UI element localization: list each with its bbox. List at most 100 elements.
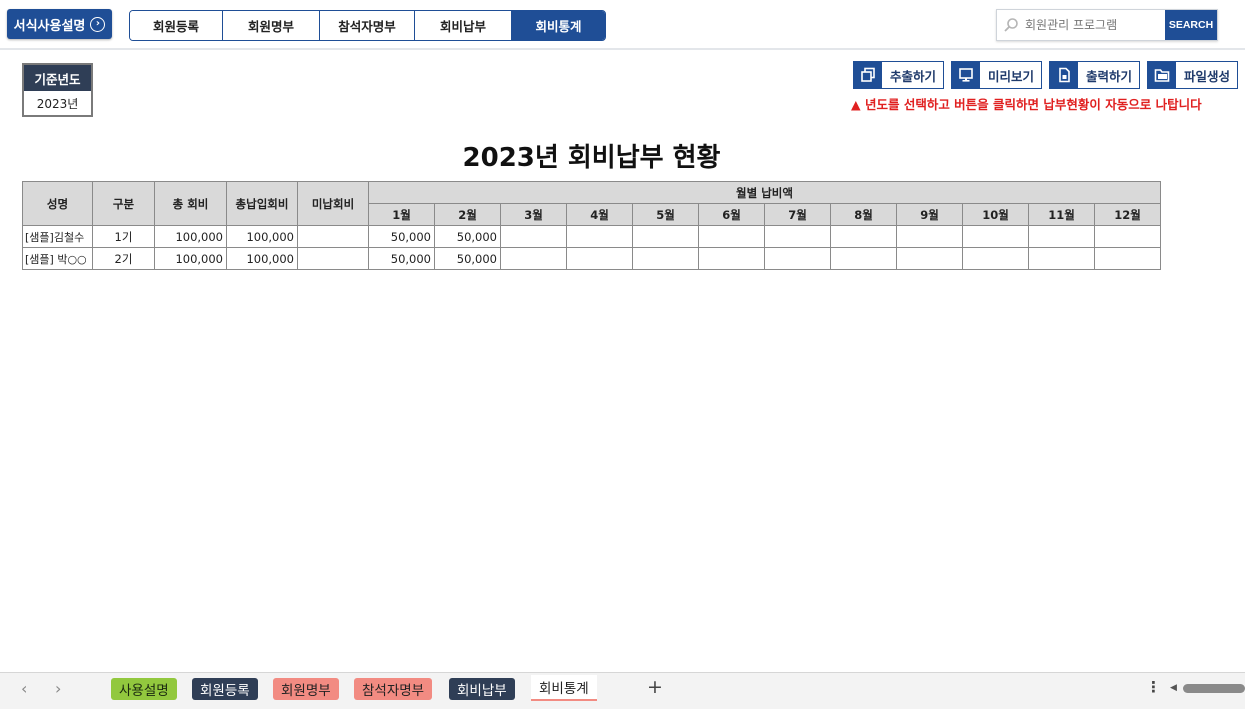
fee-status-table: 성명 구분 총 회비 총납입회비 미납회비 월별 납비액 1월 2월 3월 4월… (22, 181, 1161, 270)
cell-month[interactable] (764, 225, 831, 248)
nav-tab-fee-statistics[interactable]: 회비통계 (512, 11, 605, 40)
nav-tab-member-list[interactable]: 회원명부 (223, 11, 320, 40)
sheet-tab-fee-statistics[interactable]: 회비통계 (531, 675, 597, 701)
usage-guide-label: 서식사용설명 (13, 18, 86, 34)
header-month: 1월 (368, 203, 435, 226)
cell-month[interactable] (1094, 225, 1161, 248)
header-month: 9월 (896, 203, 963, 226)
sheet-tab-bar: ‹ › 사용설명 회원등록 회원명부 참석자명부 회비납부 회비통계 + ⋮ ◀ (0, 672, 1245, 709)
cell-month[interactable] (962, 225, 1029, 248)
table-row: [샘플]김철수 1기 100,000 100,000 50,000 50,000 (22, 225, 1161, 248)
cell-unpaid[interactable] (297, 247, 369, 270)
extract-button-label: 추출하기 (890, 68, 937, 84)
extract-button[interactable]: 추출하기 (853, 61, 945, 89)
cell-name[interactable]: [샘플] 박○○ (22, 247, 93, 270)
cell-month[interactable]: 50,000 (434, 247, 501, 270)
cell-month[interactable] (566, 247, 633, 270)
cell-month[interactable] (1094, 247, 1161, 270)
header-month: 10월 (962, 203, 1029, 226)
cell-name[interactable]: [샘플]김철수 (22, 225, 93, 248)
header-name: 성명 (22, 181, 93, 226)
instruction-notice: ▲ 년도를 선택하고 버튼을 클릭하면 납부현황이 자동으로 나탑니다 (851, 97, 1202, 112)
main-nav-tabs: 회원등록 회원명부 참석자명부 회비납부 회비통계 (129, 10, 606, 41)
cell-month[interactable] (698, 225, 765, 248)
sheet-tab-member-register[interactable]: 회원등록 (192, 678, 258, 700)
action-buttons: 추출하기 미리보기 출력하기 파일생성 (853, 61, 1239, 89)
chevron-right-circle-icon: › (90, 16, 106, 32)
cell-month[interactable] (830, 225, 897, 248)
cell-type[interactable]: 1기 (92, 225, 155, 248)
search-input[interactable] (1025, 10, 1165, 40)
usage-guide-button[interactable]: 서식사용설명 › (7, 9, 112, 39)
base-year-label: 기준년도 (24, 65, 91, 91)
sheet-tab-usage-guide[interactable]: 사용설명 (111, 678, 177, 700)
nav-tab-member-register[interactable]: 회원등록 (130, 11, 223, 40)
header-month: 4월 (566, 203, 633, 226)
cell-month[interactable] (962, 247, 1029, 270)
table-row: [샘플] 박○○ 2기 100,000 100,000 50,000 50,00… (22, 247, 1161, 270)
header-total-fee: 총 회비 (154, 181, 227, 226)
cell-month[interactable] (1028, 225, 1095, 248)
cell-month[interactable] (500, 225, 567, 248)
cell-month[interactable] (632, 225, 699, 248)
header-month: 3월 (500, 203, 567, 226)
prev-sheet-icon[interactable]: ‹ (21, 679, 27, 698)
nav-tab-attendee-list[interactable]: 참석자명부 (320, 11, 415, 40)
print-button[interactable]: 출력하기 (1049, 61, 1141, 89)
folder-icon (1148, 62, 1177, 88)
preview-button[interactable]: 미리보기 (951, 61, 1043, 89)
header-unpaid: 미납회비 (297, 181, 369, 226)
cell-month[interactable] (632, 247, 699, 270)
search-box: SEARCH (996, 9, 1218, 41)
cell-total-fee[interactable]: 100,000 (154, 247, 227, 270)
cell-month[interactable]: 50,000 (368, 225, 435, 248)
base-year-box: 기준년도 2023년 (22, 63, 93, 117)
header-month: 8월 (830, 203, 897, 226)
header-month: 5월 (632, 203, 699, 226)
print-icon (1050, 62, 1079, 88)
cell-month[interactable] (830, 247, 897, 270)
monitor-icon (952, 62, 981, 88)
horizontal-scrollbar[interactable] (1183, 684, 1245, 693)
create-file-button[interactable]: 파일생성 (1147, 61, 1239, 89)
cell-month[interactable] (566, 225, 633, 248)
sheet-tab-attendee-list[interactable]: 참석자명부 (354, 678, 433, 700)
cell-total-paid[interactable]: 100,000 (226, 225, 298, 248)
cell-total-fee[interactable]: 100,000 (154, 225, 227, 248)
search-button[interactable]: SEARCH (1165, 10, 1217, 40)
cell-month[interactable] (896, 247, 963, 270)
page-title: 2023년 회비납부 현황 (462, 143, 721, 173)
cell-type[interactable]: 2기 (92, 247, 155, 270)
more-options-icon[interactable]: ⋮ (1146, 678, 1161, 696)
header-type: 구분 (92, 181, 155, 226)
cell-month[interactable]: 50,000 (434, 225, 501, 248)
sheet-tab-fee-payment[interactable]: 회비납부 (449, 678, 515, 700)
next-sheet-icon[interactable]: › (55, 679, 61, 698)
cell-month[interactable] (1028, 247, 1095, 270)
header-monthly: 월별 납비액 (368, 181, 1161, 204)
preview-button-label: 미리보기 (988, 68, 1035, 84)
cell-month[interactable] (698, 247, 765, 270)
copy-icon (854, 62, 882, 88)
top-bar: 서식사용설명 › 회원등록 회원명부 참석자명부 회비납부 회비통계 SEARC… (0, 0, 1245, 50)
cell-month[interactable] (500, 247, 567, 270)
header-month: 6월 (698, 203, 765, 226)
header-month: 7월 (764, 203, 831, 226)
header-month: 11월 (1028, 203, 1095, 226)
print-button-label: 출력하기 (1086, 68, 1133, 84)
scroll-left-icon[interactable]: ◀ (1170, 683, 1177, 693)
cell-total-paid[interactable]: 100,000 (226, 247, 298, 270)
header-total-paid: 총납입회비 (226, 181, 298, 226)
cell-unpaid[interactable] (297, 225, 369, 248)
cell-month[interactable] (896, 225, 963, 248)
cell-month[interactable]: 50,000 (368, 247, 435, 270)
header-month: 2월 (434, 203, 501, 226)
sheet-tab-member-list[interactable]: 회원명부 (273, 678, 339, 700)
create-file-button-label: 파일생성 (1184, 68, 1231, 84)
add-sheet-icon[interactable]: + (647, 676, 663, 698)
search-icon (997, 10, 1025, 40)
cell-month[interactable] (764, 247, 831, 270)
nav-tab-fee-payment[interactable]: 회비납부 (415, 11, 512, 40)
header-month: 12월 (1094, 203, 1161, 226)
base-year-select[interactable]: 2023년 (24, 91, 91, 115)
